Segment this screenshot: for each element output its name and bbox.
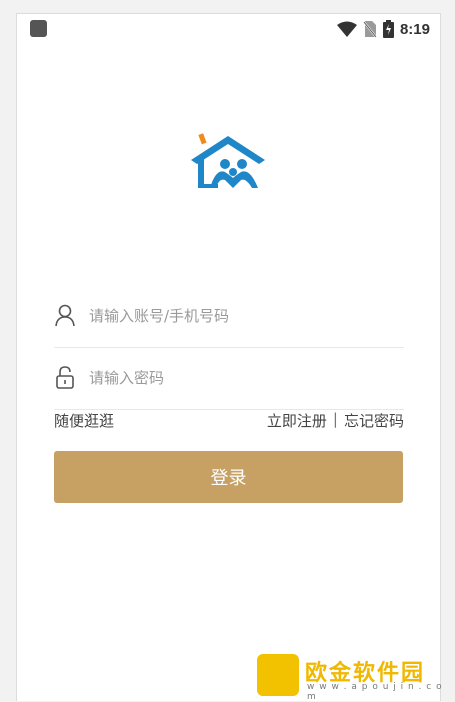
account-input-placeholder[interactable]: 请输入账号/手机号码 [89,305,229,326]
watermark-logo-icon [257,654,299,696]
watermark-url: w w w . a p o u j i n . c o m [307,682,443,702]
password-input-placeholder[interactable]: 请输入密码 [89,367,164,388]
watermark: 欧金软件园 w w w . a p o u j i n . c o m [255,652,455,702]
user-icon [55,304,75,327]
status-bar: 8:19 [17,14,440,44]
password-field[interactable]: 请输入密码 [54,347,404,410]
status-time: 8:19 [399,20,430,38]
link-separator: | [332,410,338,428]
account-field[interactable]: 请输入账号/手机号码 [54,285,404,348]
no-sim-icon [363,21,377,38]
wifi-icon [336,21,357,37]
app-square-icon [30,20,47,37]
status-icons: 8:19 [336,18,430,40]
house-family-logo-icon [191,133,265,188]
phone-screen: 8:19 请输入账号/手机号码 请输入密码 随便逛逛 立即注册 | 忘记密码 登… [16,13,441,701]
browse-link[interactable]: 随便逛逛 [54,410,114,431]
register-link[interactable]: 立即注册 [267,410,327,431]
battery-charging-icon [382,20,394,38]
forgot-password-link[interactable]: 忘记密码 [344,410,404,431]
register-forgot-links: 立即注册 | 忘记密码 [267,410,404,431]
auth-links-row: 随便逛逛 立即注册 | 忘记密码 [54,410,404,432]
lock-icon [56,366,74,389]
login-button[interactable]: 登录 [54,451,403,503]
